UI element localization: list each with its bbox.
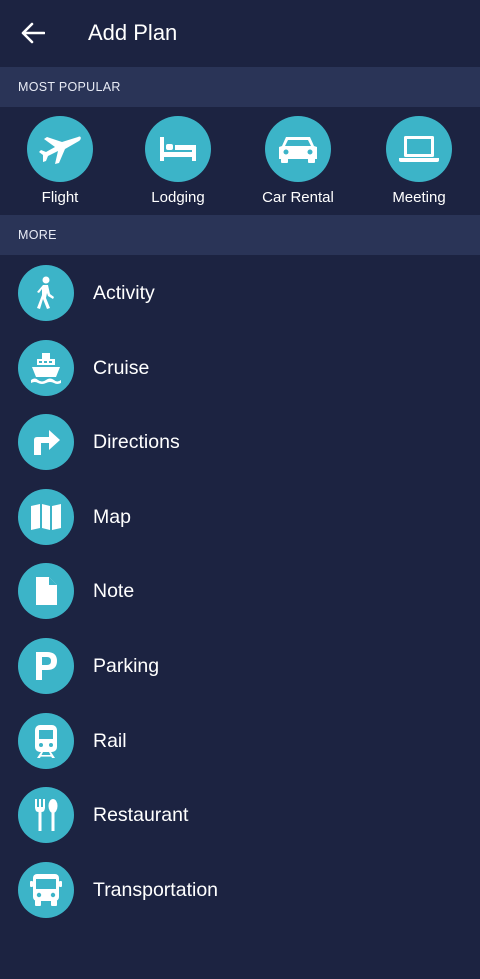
bus-icon	[30, 873, 62, 907]
add-plan-screen: Add Plan MOST POPULAR Flight Lodging Car…	[0, 0, 480, 979]
list-item-restaurant[interactable]: Restaurant	[0, 778, 480, 852]
popular-label-flight: Flight	[41, 189, 79, 206]
parking-circle	[18, 638, 74, 694]
list-label-note: Note	[93, 580, 135, 602]
app-header: Add Plan	[0, 0, 480, 66]
list-label-rail: Rail	[93, 730, 127, 752]
cruise-circle	[18, 340, 74, 396]
list-item-rail[interactable]: Rail	[0, 704, 480, 778]
list-item-map[interactable]: Map	[0, 480, 480, 554]
popular-row: Flight Lodging Car Rental Meeting	[0, 107, 480, 215]
note-circle	[18, 563, 74, 619]
lodging-circle	[145, 116, 211, 182]
meeting-circle	[386, 116, 452, 182]
list-label-cruise: Cruise	[93, 357, 150, 379]
arrow-left-icon	[21, 22, 45, 44]
rail-circle	[18, 713, 74, 769]
fork-spoon-icon	[32, 798, 60, 832]
popular-item-lodging[interactable]: Lodging	[128, 116, 228, 210]
car-icon	[277, 133, 319, 165]
walking-person-icon	[33, 276, 59, 310]
folded-map-icon	[30, 503, 62, 531]
list-item-cruise[interactable]: Cruise	[0, 331, 480, 405]
section-header-more: MORE	[0, 215, 480, 255]
list-item-transportation[interactable]: Transportation	[0, 853, 480, 927]
turn-right-arrow-icon	[31, 427, 61, 457]
section-header-most-popular: MOST POPULAR	[0, 67, 480, 107]
section-title-most-popular: MOST POPULAR	[18, 80, 121, 94]
activity-circle	[18, 265, 74, 321]
popular-item-car-rental[interactable]: Car Rental	[248, 116, 348, 210]
cruise-ship-icon	[29, 351, 63, 385]
note-document-icon	[34, 576, 58, 606]
laptop-icon	[398, 134, 440, 164]
popular-label-meeting: Meeting	[392, 189, 446, 206]
back-button[interactable]	[14, 15, 52, 51]
list-label-restaurant: Restaurant	[93, 804, 189, 826]
parking-p-icon	[33, 651, 59, 681]
page-title: Add Plan	[88, 20, 178, 45]
directions-circle	[18, 414, 74, 470]
list-item-directions[interactable]: Directions	[0, 405, 480, 479]
transportation-circle	[18, 862, 74, 918]
popular-item-meeting[interactable]: Meeting	[369, 116, 469, 210]
list-item-note[interactable]: Note	[0, 554, 480, 628]
train-icon	[32, 724, 60, 758]
list-label-map: Map	[93, 506, 131, 528]
restaurant-circle	[18, 787, 74, 843]
bed-icon	[158, 135, 198, 163]
popular-label-lodging: Lodging	[151, 189, 205, 206]
section-title-more: MORE	[18, 228, 57, 242]
car-rental-circle	[265, 116, 331, 182]
popular-label-car-rental: Car Rental	[262, 189, 334, 206]
popular-item-flight[interactable]: Flight	[10, 116, 110, 210]
list-label-activity: Activity	[93, 282, 155, 304]
list-item-activity[interactable]: Activity	[0, 256, 480, 330]
list-item-parking[interactable]: Parking	[0, 629, 480, 703]
flight-circle	[27, 116, 93, 182]
list-label-parking: Parking	[93, 655, 160, 677]
airplane-icon	[38, 131, 82, 167]
list-label-directions: Directions	[93, 431, 180, 453]
list-label-transportation: Transportation	[93, 879, 219, 901]
map-circle	[18, 489, 74, 545]
